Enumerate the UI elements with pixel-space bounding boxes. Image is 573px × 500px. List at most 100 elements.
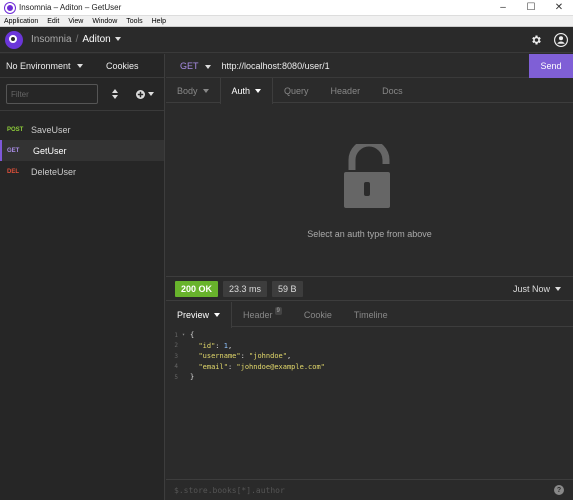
tab-label: Preview xyxy=(177,310,210,320)
menu-edit[interactable]: Edit xyxy=(43,18,64,25)
fold-icon[interactable]: ▾ xyxy=(182,332,190,338)
chevron-down-icon xyxy=(204,64,211,69)
code-line: 1 ▾{ xyxy=(166,330,573,341)
code-line: 5} xyxy=(166,372,573,383)
menu-tools[interactable]: Tools xyxy=(122,18,147,25)
app-name: Insomnia xyxy=(31,34,72,45)
method-dropdown[interactable]: GET xyxy=(180,61,211,71)
workspace-breadcrumb[interactable]: Insomnia / Aditon xyxy=(31,34,121,45)
environment-label: No Environment xyxy=(6,60,71,71)
menu-application[interactable]: Application xyxy=(0,18,43,25)
gear-icon xyxy=(531,35,541,45)
auth-panel: Select an auth type from above xyxy=(166,104,573,276)
code-line: 2 "id": 1, xyxy=(166,341,573,352)
code-line: 4 "email": "johndoe@example.com" xyxy=(166,362,573,373)
tab-timeline[interactable]: Timeline xyxy=(343,302,399,327)
tab-query[interactable]: Query xyxy=(273,78,320,103)
response-history-dropdown[interactable]: Just Now xyxy=(513,284,561,294)
line-number: 2 xyxy=(174,342,178,350)
response-preview[interactable]: 1 ▾{ 2 "id": 1, 3 "username": "johndoe", … xyxy=(166,328,573,478)
chevron-down-icon xyxy=(255,89,262,93)
user-icon xyxy=(553,33,568,47)
line-number: 3 xyxy=(174,352,178,360)
maximize-button[interactable]: ☐ xyxy=(517,0,545,16)
chevron-down-icon xyxy=(77,64,84,69)
settings-button[interactable] xyxy=(523,27,548,53)
window-titlebar: Insomnia – Aditon – GetUser – ☐ ✕ xyxy=(0,0,573,16)
line-number: 1 xyxy=(174,331,178,339)
chevron-down-icon xyxy=(114,37,121,42)
json-value: "johndoe" xyxy=(249,352,287,361)
sort-button[interactable] xyxy=(110,87,120,101)
request-method: GET xyxy=(7,147,20,154)
response-filter-bar: $.store.books[*].author ? xyxy=(166,479,573,500)
close-button[interactable]: ✕ xyxy=(545,0,573,16)
response-size: 59 B xyxy=(272,280,303,297)
request-method: POST xyxy=(7,126,24,133)
chevron-down-icon xyxy=(202,88,209,93)
line-number: 4 xyxy=(174,363,178,371)
chevron-down-icon xyxy=(555,286,561,291)
request-name: SaveUser xyxy=(31,124,71,135)
menu-help[interactable]: Help xyxy=(148,18,171,25)
url-bar: GET http://localhost:8080/user/1 Send xyxy=(166,54,573,78)
menu-bar: Application Edit View Window Tools Help xyxy=(0,16,573,27)
cookies-button[interactable]: Cookies xyxy=(100,61,139,71)
method-label: GET xyxy=(180,60,199,71)
tab-label: Auth xyxy=(231,86,251,96)
code-line: 3 "username": "johndoe", xyxy=(166,351,573,362)
tab-header[interactable]: Header xyxy=(320,78,372,103)
breadcrumb-separator: / xyxy=(75,34,79,45)
add-request-menu[interactable] xyxy=(136,89,154,99)
url-input[interactable]: http://localhost:8080/user/1 xyxy=(222,61,330,71)
app-header: Insomnia / Aditon xyxy=(0,27,573,53)
chevron-down-icon xyxy=(148,92,154,96)
minimize-button[interactable]: – xyxy=(489,0,517,16)
filter-input[interactable]: Filter xyxy=(6,84,98,104)
request-tabs: Body Auth Query Header Docs xyxy=(166,78,573,104)
tab-preview[interactable]: Preview xyxy=(166,302,233,328)
app-icon xyxy=(5,2,15,13)
json-value: 1 xyxy=(223,341,228,350)
unlock-icon xyxy=(344,144,390,208)
tab-body[interactable]: Body xyxy=(166,78,220,103)
request-item-deleteuser[interactable]: DEL DeleteUser xyxy=(0,161,164,182)
response-tabs: Preview Header 9 Cookie Timeline xyxy=(166,302,573,328)
tab-docs[interactable]: Docs xyxy=(371,78,414,103)
plus-circle-icon xyxy=(136,89,145,99)
request-name: GetUser xyxy=(33,145,67,156)
tab-label: Header xyxy=(243,309,273,320)
response-filter-input[interactable]: $.store.books[*].author xyxy=(174,486,285,495)
insomnia-logo-icon[interactable] xyxy=(5,30,23,49)
request-item-getuser[interactable]: GET GetUser xyxy=(0,140,164,161)
window-title: Insomnia – Aditon – GetUser xyxy=(19,3,122,12)
json-key: "email" xyxy=(198,362,228,371)
json-key: "username" xyxy=(198,352,241,361)
account-button[interactable] xyxy=(548,27,573,53)
status-badge: 200 OK xyxy=(175,280,219,297)
request-method: DEL xyxy=(7,168,19,175)
sidebar: No Environment Cookies Filter POST SaveU… xyxy=(0,54,165,500)
send-button[interactable]: Send xyxy=(529,54,573,78)
response-time: 23.3 ms xyxy=(223,280,268,297)
help-icon[interactable]: ? xyxy=(554,485,564,495)
menu-window[interactable]: Window xyxy=(88,18,122,25)
history-label: Just Now xyxy=(512,283,550,294)
json-value: "johndoe@example.com" xyxy=(236,362,325,371)
environment-dropdown[interactable]: No Environment xyxy=(0,61,100,71)
workspace-name: Aditon xyxy=(82,34,111,45)
response-status-bar: 200 OK 23.3 ms 59 B Just Now xyxy=(166,276,573,301)
chevron-down-icon xyxy=(214,313,221,317)
auth-empty-message: Select an auth type from above xyxy=(307,229,432,239)
tab-label: Body xyxy=(177,85,198,96)
header-count-badge: 9 xyxy=(274,306,282,315)
json-key: "id" xyxy=(198,341,216,350)
menu-view[interactable]: View xyxy=(64,18,88,25)
request-name: DeleteUser xyxy=(31,166,77,177)
sort-icon xyxy=(112,89,118,99)
line-number: 5 xyxy=(174,373,178,381)
request-item-saveuser[interactable]: POST SaveUser xyxy=(0,119,164,140)
tab-cookie[interactable]: Cookie xyxy=(293,302,343,327)
tab-response-header[interactable]: Header 9 xyxy=(232,302,293,327)
tab-auth[interactable]: Auth xyxy=(219,78,274,104)
